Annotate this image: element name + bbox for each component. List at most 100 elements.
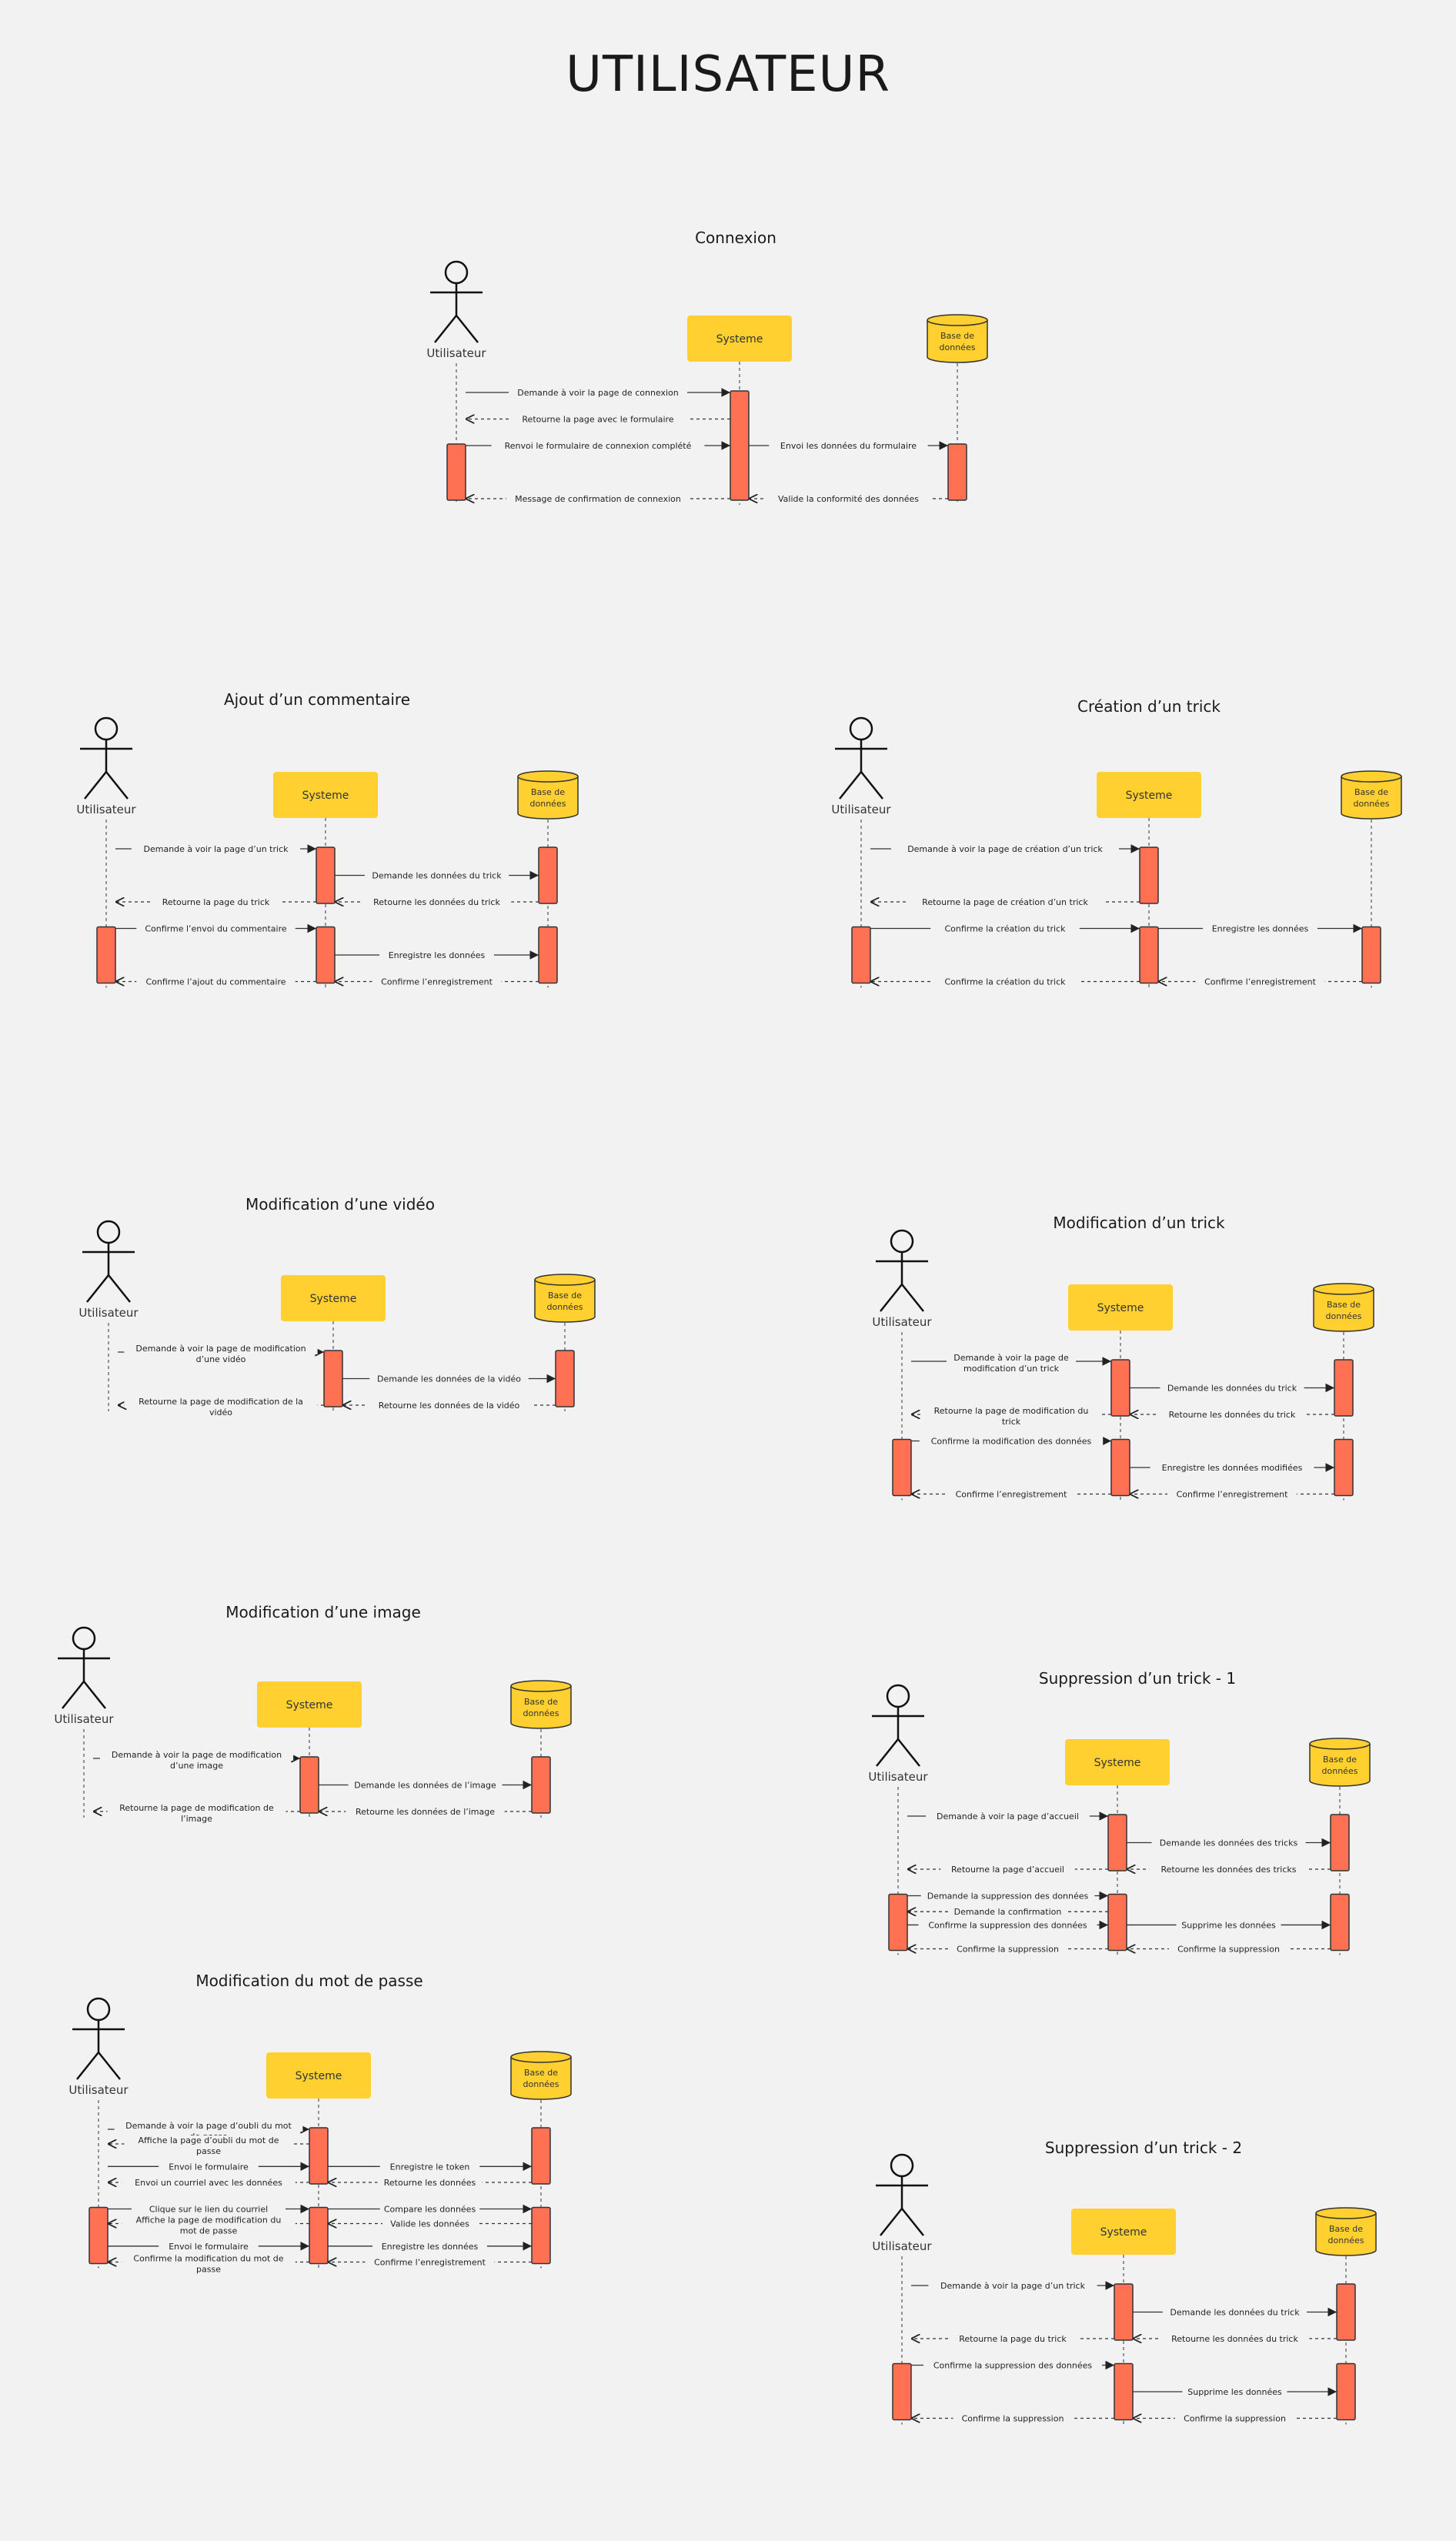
- message-label: Demande les données du trick: [364, 869, 509, 881]
- diagram-title: Connexion: [695, 229, 776, 247]
- activation-bar: [1336, 2362, 1356, 2421]
- actor-user-icon: [872, 1684, 924, 1767]
- message-label: Confirme la suppression: [1168, 1942, 1289, 1955]
- activation-bar: [947, 443, 967, 501]
- activation-bar: [538, 846, 558, 904]
- actor-user-icon: [835, 716, 887, 800]
- system-object-label: Systeme: [716, 333, 763, 346]
- message-label: Demande à voir la page d’un trick: [131, 843, 301, 854]
- activation-bar: [892, 1438, 912, 1497]
- sequence-diagram-modification-video: Modification d’une vidéo Utilisateur Syste…: [78, 1195, 596, 1417]
- message-text: Message de confirmation de connexion: [515, 494, 681, 504]
- message-label: Envoi le formulaire: [159, 2160, 259, 2172]
- message-label: Message de confirmation de connexion: [506, 493, 690, 504]
- actor-user-icon: [58, 1626, 110, 1709]
- message-text: Compare les données: [384, 2205, 476, 2215]
- activation-bar: [1334, 1359, 1354, 1417]
- activation-bar: [1361, 926, 1381, 984]
- actor-label: Utilisateur: [76, 803, 136, 816]
- message-label: Retourne la page avec le formulaire: [509, 412, 687, 425]
- message-label: Enregistre le token: [379, 2160, 480, 2172]
- message-text: Demande à voir la page de connexion: [517, 388, 679, 398]
- message-label: Confirme la suppression: [953, 2412, 1073, 2424]
- message-text: Enregistre les données: [382, 2242, 479, 2252]
- message-label: Demande la confirmation: [947, 1905, 1068, 1918]
- message-label: Retourne les données du trick: [1157, 1408, 1307, 1420]
- message-text: Valide la conformité des données: [778, 494, 919, 504]
- message-text: Confirme la suppression: [1184, 2414, 1286, 2424]
- message-label: Renvoi le formulaire de connexion complé…: [491, 439, 705, 451]
- message-label: Retourne les données de la vidéo: [367, 1399, 531, 1411]
- message-label: Retourne les données du trick: [1160, 2332, 1310, 2344]
- diagram-title: Modification du mot de passe: [195, 1972, 422, 1990]
- message-label: Confirme la création du trick: [930, 975, 1080, 987]
- diagram-title: Ajout d’un commentaire: [224, 690, 410, 709]
- message-label: Envoi les données du formulaire: [769, 439, 928, 451]
- message-label: Confirme la création du trick: [930, 922, 1080, 934]
- database-label-line-1: Base de: [548, 1291, 582, 1301]
- database-label-line-1: Base de: [524, 2068, 558, 2078]
- sequence-diagram-suppression-trick-2: Suppression d’un trick - 2 Utilisateur Sys…: [872, 2139, 1377, 2425]
- activation-bar: [1330, 1814, 1350, 1872]
- actor-label: Utilisateur: [426, 346, 486, 360]
- message-text: Retourne les données du trick: [1171, 2334, 1298, 2344]
- activation-bar: [531, 2206, 551, 2265]
- database-label-line-2: données: [1328, 2235, 1364, 2245]
- message-text: Confirme l’enregistrement: [1177, 1490, 1289, 1500]
- activation-bar: [1139, 846, 1159, 904]
- message-text: Retourne les données de la vidéo: [379, 1401, 520, 1411]
- actor-label: Utilisateur: [868, 1770, 928, 1784]
- message-label: Confirme la suppression: [947, 1942, 1068, 1955]
- activation-bar: [555, 1350, 575, 1407]
- message-label: Demande à voir la page d’accueil: [926, 1810, 1090, 1821]
- message-label: Retourne les données de l’image: [346, 1805, 505, 1817]
- actor-user-icon: [430, 260, 483, 343]
- message-text: Valide les données: [390, 2219, 469, 2229]
- message-label: Retourne la page du trick: [151, 896, 281, 907]
- message-label: Retourne la page de modification de la vi…: [124, 1397, 318, 1417]
- message-text: Retourne les données de l’image: [356, 1807, 495, 1817]
- sequence-diagram-suppression-trick-1: Suppression d’un trick - 1 Utilisateur Sys…: [868, 1669, 1371, 1955]
- message-text: Retourne la page du trick: [959, 2334, 1067, 2344]
- message-label: Confirme la modification des données: [919, 1434, 1104, 1447]
- message-label: Demande à voir la page de connexion: [509, 386, 687, 398]
- message-label: Enregistre les données: [1203, 922, 1317, 934]
- message-label: Retourne les données: [377, 2176, 483, 2188]
- message-text: Renvoi le formulaire de connexion complé…: [505, 441, 692, 451]
- diagram-title: Création d’un trick: [1077, 697, 1221, 716]
- database-label-line-1: Base de: [531, 787, 565, 797]
- message-text: Demande à voir la page d’un trick: [144, 844, 289, 854]
- sequence-diagram-connexion: Connexion Utilisateur Systeme Base dedonnée…: [426, 229, 988, 505]
- message-label: Supprime les données: [1176, 1918, 1281, 1931]
- message-label: Demande à voir la page de création d’un …: [891, 843, 1119, 854]
- message-label: Retourne la page de création d’un trick: [906, 896, 1104, 907]
- diagram-title: Modification d’une vidéo: [245, 1195, 435, 1214]
- actor-label: Utilisateur: [872, 1315, 932, 1329]
- sequence-diagram-modification-mot-de-passe: Modification du mot de passe Utilisateur S…: [68, 1972, 572, 2275]
- message-text: Retourne les données: [384, 2178, 476, 2188]
- activation-bar: [531, 2127, 551, 2185]
- message-text: Demande à voir la page d’un trick: [940, 2281, 1086, 2291]
- diagram-title: Suppression d’un trick - 1: [1039, 1669, 1236, 1688]
- message-text: Retourne les données du trick: [373, 897, 500, 907]
- message-text: Confirme l’ajout du commentaire: [145, 977, 286, 987]
- message-label: Confirme l’enregistrement: [365, 2256, 495, 2268]
- message-label: Confirme l’ajout du commentaire: [136, 975, 296, 987]
- database-label-line-2: données: [523, 2079, 559, 2089]
- message-text: Confirme la création du trick: [944, 924, 1066, 934]
- message-text: Retourne la page d’accueil: [951, 1865, 1064, 1875]
- activation-bar: [88, 2206, 109, 2265]
- message-text: Confirme l’enregistrement: [374, 2258, 486, 2268]
- message-text: Confirme la création du trick: [944, 977, 1066, 987]
- message-text: Enregistre les données: [389, 950, 486, 960]
- activation-bar: [730, 390, 750, 501]
- message-label: Confirme l’enregistrement: [1195, 975, 1325, 987]
- actor-user-icon: [82, 1220, 135, 1303]
- message-text: Demande à voir la page d’accueil: [937, 1811, 1079, 1821]
- message-text: Confirme la modification des données: [931, 1437, 1092, 1447]
- message-label: Demande les données de la vidéo: [369, 1372, 529, 1384]
- message-text: Confirme la suppression: [962, 2414, 1064, 2424]
- message-text: Retourne la page de création d’un trick: [922, 897, 1088, 907]
- database-label-line-2: données: [1354, 799, 1390, 809]
- message-label: Supprime les données: [1182, 2386, 1287, 2397]
